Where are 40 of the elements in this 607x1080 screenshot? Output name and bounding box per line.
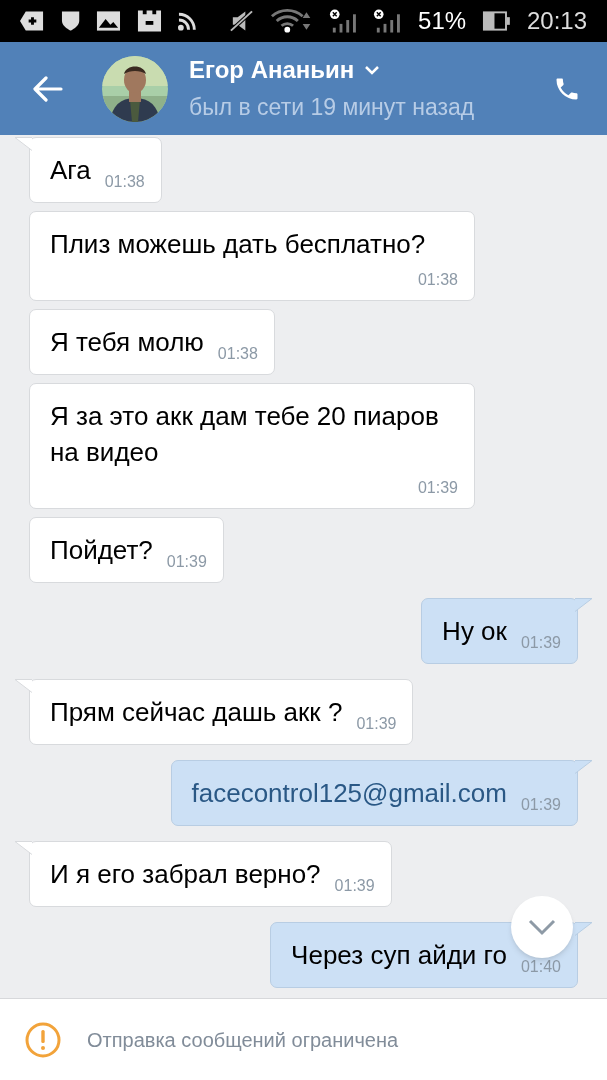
message-time: 01:39: [520, 795, 561, 815]
shield-icon: [60, 9, 81, 33]
rss-icon: [178, 11, 198, 31]
wifi-icon: [270, 8, 313, 34]
message-text: И я его забрал верно?: [50, 858, 321, 891]
image-icon: [96, 10, 122, 32]
message-text: Я за это акк дам тебе 20 пиаров на видео: [50, 400, 440, 469]
message-text: Ага: [50, 154, 91, 187]
message-time: 01:39: [334, 876, 375, 896]
contact-name[interactable]: Егор Ананьин: [189, 52, 355, 89]
message-text: Через суп айди го: [291, 939, 507, 972]
signal-icon: [328, 8, 358, 34]
message-text: Плиз можешь дать бесплатно?: [50, 228, 426, 261]
message-text: Ну ок: [442, 615, 507, 648]
message-time: 01:38: [104, 172, 145, 192]
message-time: 01:40: [520, 957, 561, 977]
add-icon: [20, 9, 45, 33]
message-text: Я тебя молю: [50, 326, 204, 359]
scroll-down-button[interactable]: [511, 896, 573, 958]
last-seen-status: был в сети 19 минут назад: [189, 93, 476, 123]
chevron-down-icon: [527, 918, 557, 936]
mute-icon: [229, 9, 255, 33]
message-time: 01:39: [520, 633, 561, 653]
message-time: 01:39: [166, 552, 207, 572]
message-time: 01:39: [417, 478, 458, 498]
signal-icon: [373, 8, 403, 34]
chevron-down-icon[interactable]: [364, 65, 381, 76]
battery-icon: [482, 10, 511, 32]
email-link[interactable]: facecontrol125@gmail.com: [191, 775, 507, 811]
message-text: Прям сейчас дашь акк ?: [50, 696, 343, 729]
message-time: 01:38: [217, 344, 258, 364]
battery-percent: 51%: [418, 6, 467, 36]
message-time: 01:39: [356, 714, 397, 734]
restriction-notice: Отправка сообщений ограничена: [87, 1027, 399, 1053]
message-text: Пойдет?: [50, 534, 153, 567]
clock-time: 20:13: [526, 6, 587, 36]
castle-icon: [137, 9, 163, 33]
warning-icon: [25, 1021, 61, 1058]
message-time: 01:38: [417, 270, 458, 290]
back-icon: [33, 75, 63, 102]
